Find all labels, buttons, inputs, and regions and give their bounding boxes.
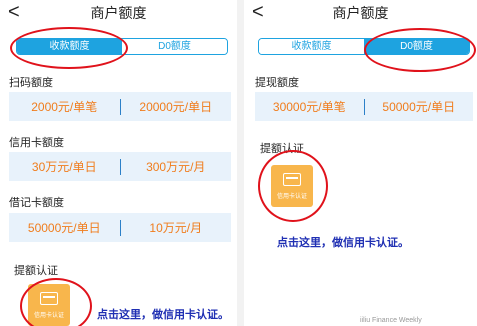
per-transaction-value: 30000元/单笔 [272,100,346,114]
tab-switch: 收款额度 D0额度 [258,38,470,55]
credit-card-verify-button[interactable]: 信用卡认证 [28,284,70,326]
right-screen: < 商户额度 收款额度 D0额度 提现额度 30000元/单笔 50000元/单… [244,0,477,326]
raise-limit-label: 提额认证 [260,143,304,155]
screen-divider [237,0,244,326]
tab-d0-limit[interactable]: D0额度 [364,39,469,54]
raise-limit-label: 提额认证 [14,265,58,277]
header: < 商户额度 [244,0,477,28]
page-title: 商户额度 [90,5,147,21]
page-title: 商户额度 [332,5,389,21]
tab-collection-limit[interactable]: 收款额度 [17,39,122,54]
per-transaction-value: 2000元/单笔 [31,100,98,114]
withdrawal-limit-row: 30000元/单笔 50000元/单日 [255,92,473,121]
debit-card-limit-label: 借记卡额度 [9,197,64,209]
annotation-note-left: 点击这里，做信用卡认证。 [97,308,229,321]
credit-card-verify-button[interactable]: 信用卡认证 [271,165,313,207]
credit-card-icon [40,292,58,305]
tab-switch: 收款额度 D0额度 [16,38,228,55]
credit-card-limit-label: 信用卡额度 [9,137,64,149]
credit-card-verify-label: 信用卡认证 [33,313,64,319]
credit-card-verify-label: 信用卡认证 [276,194,307,200]
scan-limit-label: 扫码额度 [9,77,53,89]
watermark: iiliu Finance Weekly [360,317,422,324]
left-screen: < 商户额度 收款额度 D0额度 扫码额度 2000元/单笔 20000元/单日… [0,0,237,326]
debit-card-limit-row: 50000元/单日 10万元/月 [9,213,231,242]
per-day-value: 20000元/单日 [139,100,213,114]
credit-card-limit-row: 30万元/单日 300万元/月 [9,152,231,181]
withdrawal-limit-label: 提现额度 [255,77,299,89]
annotation-note-right: 点击这里，做信用卡认证。 [277,236,409,249]
tab-d0-limit[interactable]: D0额度 [122,39,227,54]
per-month-value: 300万元/月 [146,160,206,174]
credit-card-icon [283,173,301,186]
scan-limit-row: 2000元/单笔 20000元/单日 [9,92,231,121]
tab-collection-limit[interactable]: 收款额度 [259,39,364,54]
per-day-value: 50000元/单日 [382,100,456,114]
per-day-value: 30万元/单日 [31,160,97,174]
per-month-value: 10万元/月 [149,221,203,235]
per-day-value: 50000元/单日 [27,221,101,235]
header: < 商户额度 [0,0,237,28]
